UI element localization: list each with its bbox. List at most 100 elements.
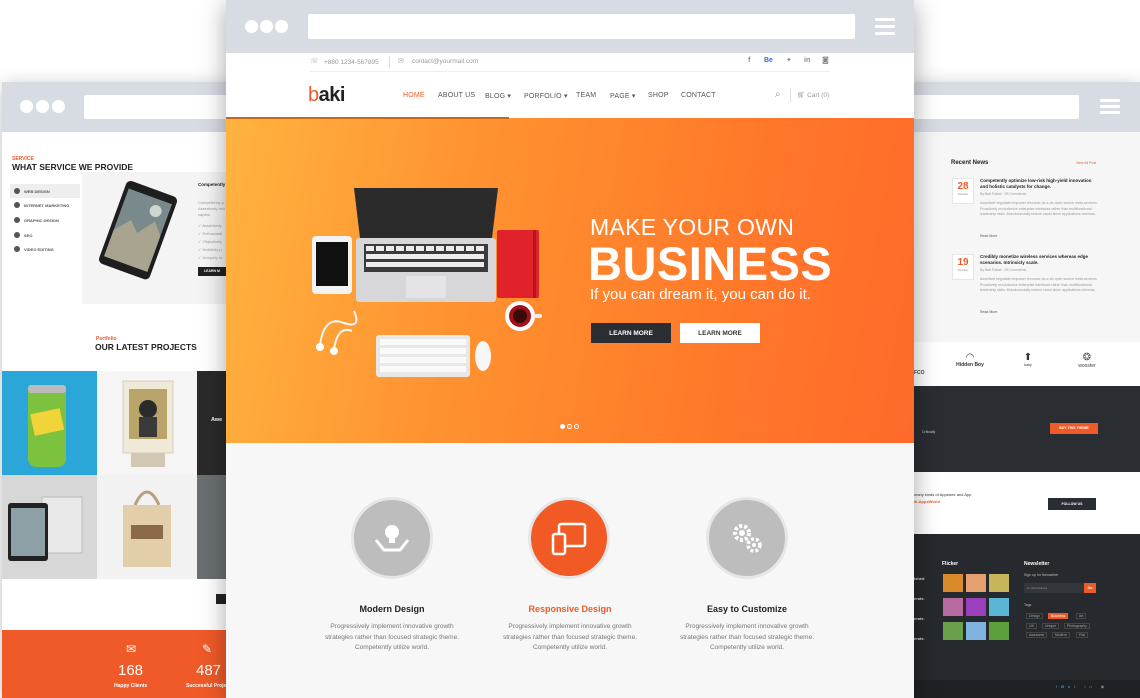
window-dot — [275, 20, 288, 33]
behance-icon[interactable]: Be — [764, 57, 773, 64]
feature-text-modern: Progressively implement innovative growt… — [324, 623, 460, 651]
seo-icon — [14, 232, 20, 238]
tote-bag-image — [123, 490, 171, 567]
news-title-2[interactable]: Credibly monetize wireless services wher… — [980, 254, 1100, 266]
nav-contact[interactable]: CONTACT — [681, 92, 716, 99]
tag[interactable]: Unique — [1042, 623, 1060, 629]
nav-portfolio[interactable]: PORFOLIO ▾ — [524, 92, 568, 100]
twitter-icon[interactable]: ✦ — [786, 56, 792, 64]
stat-value-projects: 487 — [196, 662, 222, 679]
portfolio-title: OUR LATEST PROJECTS — [95, 342, 197, 352]
appstore-link[interactable]: ik-AppsWorld — [914, 499, 940, 504]
footer-left-word: erate. — [914, 616, 925, 621]
flicker-thumb[interactable] — [966, 622, 986, 640]
tag[interactable]: Awesome — [1026, 632, 1048, 638]
nav-page[interactable]: PAGE ▾ — [610, 92, 636, 100]
news-section-bg — [914, 132, 1140, 342]
footer-bottom-bar — [914, 680, 1140, 698]
email-icon: ✉ — [398, 57, 404, 65]
tag[interactable]: Art — [1076, 613, 1087, 619]
newsletter-email-input[interactable]: E-mail Address — [1024, 583, 1084, 593]
nav-blog[interactable]: BLOG ▾ — [485, 92, 511, 100]
chevron-down-icon: ▾ — [507, 93, 512, 100]
flicker-thumb[interactable] — [943, 574, 963, 592]
brand-logo-baby: ⬆ baby — [1018, 352, 1038, 367]
flicker-thumb[interactable] — [943, 622, 963, 640]
site-logo[interactable]: baki — [308, 84, 345, 107]
news-read-more-2[interactable]: Read More — [980, 310, 997, 314]
news-title-1[interactable]: Competently optimize low-risk high-yield… — [980, 178, 1100, 190]
cart-link[interactable]: 🛒︎ Cart (0) — [797, 91, 829, 99]
slider-dot-active[interactable] — [560, 424, 565, 429]
slider-dot[interactable] — [574, 424, 579, 429]
coffee-cup-image — [505, 301, 542, 331]
tag[interactable]: Business — [1048, 613, 1069, 619]
cart-icon: 🛒︎ — [797, 92, 806, 99]
news-meta-2: By Bati Faisal · 05 Comments — [980, 268, 1027, 272]
tag[interactable]: Modern — [1052, 632, 1070, 638]
search-icon[interactable]: ⌕ — [775, 89, 781, 100]
address-bar[interactable] — [308, 14, 855, 39]
facebook-icon[interactable]: f — [748, 57, 750, 64]
menu-icon[interactable] — [875, 18, 895, 21]
flicker-title: Flicker — [942, 561, 959, 567]
tag[interactable]: Design — [1026, 613, 1043, 619]
stat-label-projects: Successful Projec — [186, 683, 230, 689]
window-dot — [20, 100, 33, 113]
tag[interactable]: Flat — [1076, 632, 1088, 638]
email-address[interactable]: contact@yourmail.com — [412, 58, 478, 65]
news-meta-1: By Bati Faisal · 05 Comments — [980, 192, 1027, 196]
services-learn-more-button[interactable]: LEARN M — [198, 267, 228, 276]
footer-left-word: erate. — [914, 596, 925, 601]
project-tile-poster[interactable] — [97, 371, 197, 475]
project-tile-tote-bag[interactable] — [97, 475, 197, 579]
linkedin-icon[interactable]: in — [804, 57, 810, 64]
flicker-thumb[interactable] — [966, 598, 986, 616]
buy-theme-button[interactable]: BUY THIS THEME — [1050, 423, 1098, 434]
nav-team[interactable]: TEAM — [576, 92, 596, 99]
menu-icon[interactable] — [1100, 99, 1120, 102]
slider-dot[interactable] — [567, 424, 572, 429]
service-item-seo[interactable]: SEO — [14, 228, 32, 242]
news-read-more-1[interactable]: Read More — [980, 234, 997, 238]
flicker-thumb[interactable] — [989, 598, 1009, 616]
flicker-thumb[interactable] — [943, 598, 963, 616]
menu-icon-bar — [1100, 105, 1120, 108]
mouse-image — [475, 341, 491, 371]
phone-number: +880 1234-567895 — [324, 59, 379, 66]
hero-learn-more-light-button[interactable]: LEARN MORE — [680, 323, 760, 343]
marketing-icon — [14, 202, 20, 208]
service-item-internet-marketing[interactable]: INTERNET MARKETING — [14, 198, 69, 212]
feature-text-customize: Progressively implement innovative growt… — [679, 623, 815, 651]
feature-title-customize: Easy to Customize — [706, 604, 788, 614]
project-tile-devices[interactable] — [2, 475, 97, 579]
nav-home[interactable]: HOME — [403, 92, 425, 99]
news-date-2: 19 October — [952, 254, 974, 280]
service-item-web-design[interactable]: WEB DESIGN — [10, 184, 80, 198]
video-icon — [14, 246, 20, 252]
flicker-thumb[interactable] — [966, 574, 986, 592]
nav-about-us[interactable]: ABOUT US — [438, 92, 475, 99]
wooster-icon: ❂ — [1082, 352, 1092, 363]
instagram-icon[interactable]: ◙ — [822, 56, 829, 64]
hero-learn-more-dark-button[interactable]: LEARN MORE — [591, 323, 671, 343]
service-item-video-editing[interactable]: VIDEO EDITING — [14, 242, 54, 256]
follow-us-button[interactable]: FOLLOW US — [1048, 498, 1096, 510]
load-more-button[interactable] — [216, 594, 226, 604]
tag[interactable]: UX — [1026, 623, 1037, 629]
tag[interactable]: Photography — [1064, 623, 1090, 629]
service-item-graphic-design[interactable]: GRAPHIC DESIGN — [14, 213, 59, 227]
project-tile-soda-can[interactable] — [2, 371, 97, 475]
feature-circle-responsive — [528, 497, 610, 579]
news-text-2: Assertivel negotiate empower resource ok… — [980, 277, 1098, 292]
view-all-link[interactable]: View All Post — [1076, 161, 1096, 165]
check-item: ✓ Holisticly p — [198, 247, 222, 252]
flicker-thumb[interactable] — [989, 574, 1009, 592]
newsletter-go-button[interactable]: Go — [1084, 583, 1096, 593]
hero-top-line — [226, 117, 509, 119]
flicker-thumb[interactable] — [989, 622, 1009, 640]
footer-social-icons[interactable]: fBet in ◉ — [1056, 684, 1108, 689]
nav-shop[interactable]: SHOP — [648, 92, 669, 99]
divider — [389, 56, 390, 68]
web-design-icon — [14, 188, 20, 194]
